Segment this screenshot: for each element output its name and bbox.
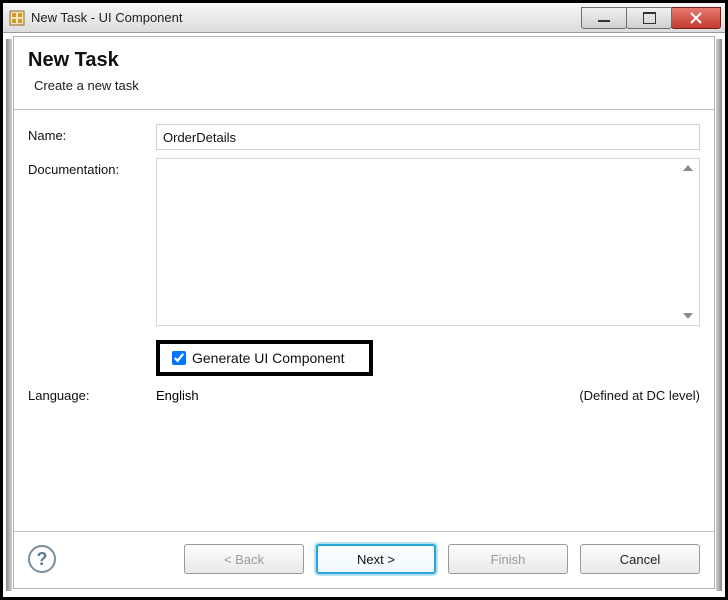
scroll-down-icon[interactable] — [683, 313, 693, 319]
dialog-window: New Task - UI Component New Task Create … — [0, 0, 728, 600]
page-title: New Task — [28, 49, 700, 72]
dialog-body: New Task Create a new task Name: Documen… — [13, 36, 715, 589]
page-subtitle: Create a new task — [34, 78, 700, 93]
app-icon — [9, 10, 25, 26]
cancel-button[interactable]: Cancel — [580, 544, 700, 574]
name-input[interactable] — [156, 124, 700, 150]
window-title: New Task - UI Component — [31, 10, 183, 25]
frame-shadow — [716, 39, 722, 591]
name-label: Name: — [28, 124, 156, 143]
finish-button[interactable]: Finish — [448, 544, 568, 574]
documentation-row: Documentation: — [28, 158, 700, 326]
dialog-header: New Task Create a new task — [14, 37, 714, 105]
minimize-button[interactable] — [581, 7, 627, 29]
close-button[interactable] — [671, 7, 721, 29]
cancel-button-label: Cancel — [620, 552, 660, 567]
language-row: Language: English (Defined at DC level) — [28, 388, 700, 403]
generate-ui-checkbox[interactable] — [172, 351, 186, 365]
language-value: English — [156, 388, 579, 403]
help-button[interactable]: ? — [28, 545, 56, 573]
next-button[interactable]: Next > — [316, 544, 436, 574]
generate-ui-checkbox-highlight: Generate UI Component — [156, 340, 373, 376]
language-note: (Defined at DC level) — [579, 388, 700, 403]
frame-shadow — [6, 39, 12, 591]
divider — [14, 109, 714, 110]
titlebar[interactable]: New Task - UI Component — [3, 3, 725, 33]
form-area: Name: Documentation: — [14, 118, 714, 531]
finish-button-label: Finish — [491, 552, 526, 567]
button-bar: ? < Back Next > Finish Cancel — [14, 531, 714, 588]
maximize-button[interactable] — [626, 7, 672, 29]
next-button-label: Next > — [357, 552, 395, 567]
language-label: Language: — [28, 388, 156, 403]
documentation-field — [156, 158, 700, 326]
name-row: Name: — [28, 124, 700, 150]
scroll-up-icon[interactable] — [683, 165, 693, 171]
documentation-label: Documentation: — [28, 158, 156, 177]
help-icon: ? — [37, 549, 48, 570]
back-button[interactable]: < Back — [184, 544, 304, 574]
documentation-input[interactable] — [157, 159, 699, 325]
back-button-label: < Back — [224, 552, 264, 567]
generate-ui-checkbox-label[interactable]: Generate UI Component — [192, 350, 345, 366]
window-controls — [582, 7, 721, 29]
